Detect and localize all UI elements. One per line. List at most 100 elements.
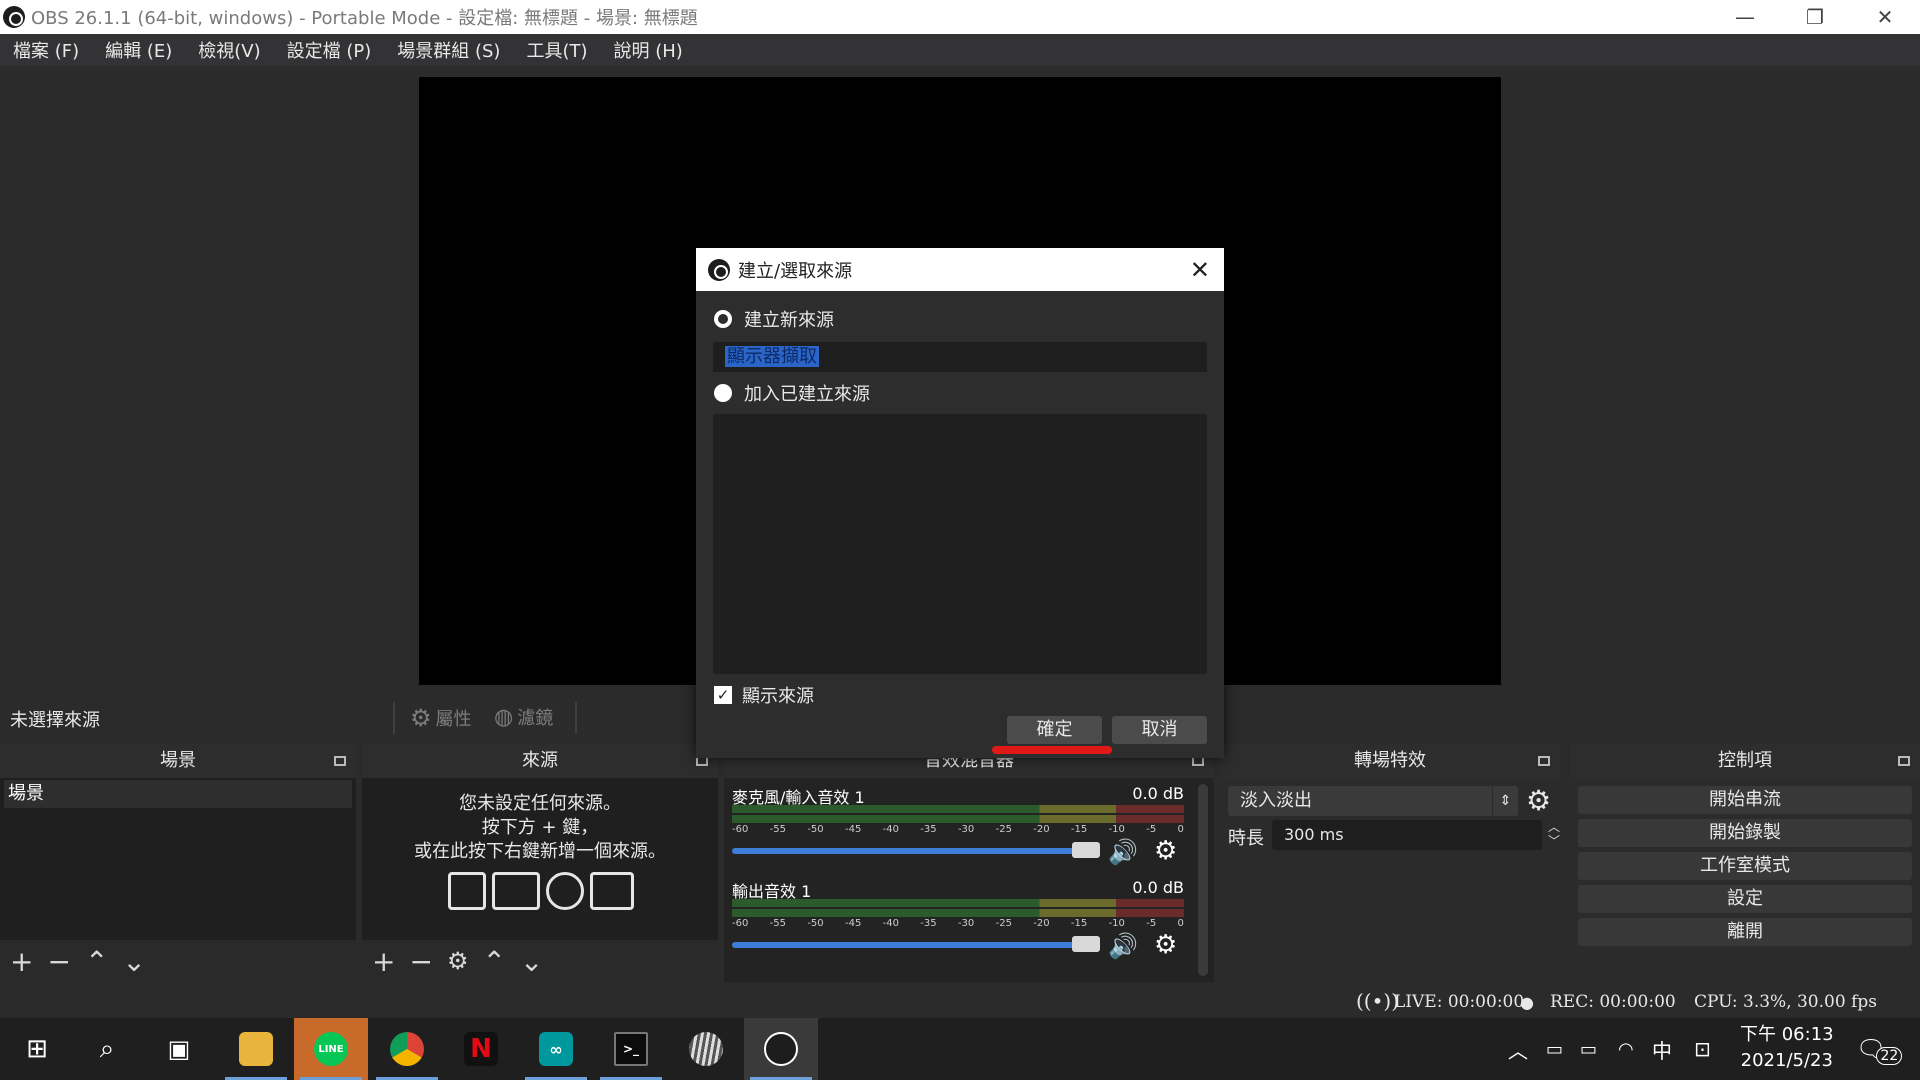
monitor-icon [492,872,540,910]
properties-button[interactable]: ⚙ 屬性 [410,704,472,732]
filters-button[interactable]: ◍ 濾鏡 [494,704,553,730]
add-icon[interactable]: + [10,945,33,978]
ime-mode-icon: ⊡ [1694,1037,1711,1061]
menu-tools[interactable]: 工具(T) [513,37,600,63]
sources-footer: + − ⚙ ⌃ ⌄ [362,940,718,982]
close-button[interactable]: ✕ [1850,0,1920,34]
transitions-dock: 轉場特效 淡入淡出 ⇕ ⚙ 時長 300 ms ︿ ﹀ [1220,744,1560,982]
show-hidden-icons[interactable]: ︿ [1508,1018,1528,1080]
exit-button[interactable]: 離開 [1578,918,1912,946]
start-recording-button[interactable]: 開始錄製 [1578,819,1912,847]
cpu-status: CPU: 3.3%, 30.00 fps [1694,992,1877,1012]
studio-mode-button[interactable]: 工作室模式 [1578,852,1912,880]
add-existing-option[interactable]: 加入已建立來源 [714,380,870,406]
folder-icon [239,1032,273,1066]
undock-icon[interactable] [1898,756,1910,766]
hint-line: 您未設定任何來源。 [459,793,621,814]
clock-time: 下午 06:13 [1740,1024,1834,1045]
gear-icon[interactable]: ⚙ [1154,930,1177,960]
transition-select[interactable]: 淡入淡出 ⇕ [1228,786,1518,816]
gear-icon[interactable]: ⚙ [1526,784,1551,817]
radio-unchecked[interactable] [714,384,732,402]
start-button[interactable]: ⊞ [0,1018,74,1080]
add-existing-label: 加入已建立來源 [744,384,870,405]
tray-meet-now[interactable]: ▭ [1546,1018,1563,1080]
existing-sources-list[interactable] [713,414,1207,674]
broadcast-icon: ((•)) [1356,989,1400,1013]
duration-label: 時長 [1228,828,1264,849]
move-up-icon[interactable]: ⌃ [85,945,108,978]
menu-scene-collection[interactable]: 場景群組 (S) [384,37,513,63]
create-select-source-dialog: 建立/選取來源 ✕ 建立新來源 顯示器擷取 加入已建立來源 ✓ 顯示來源 確定 … [696,248,1224,758]
cancel-button[interactable]: 取消 [1112,716,1207,744]
tray-ime[interactable]: 中 [1652,1018,1672,1080]
remove-icon[interactable]: − [409,945,432,978]
chevron-down-icon[interactable]: ﹀ [1542,834,1566,848]
restore-button[interactable]: ❐ [1780,0,1850,34]
gear-icon[interactable]: ⚙ [1154,836,1177,866]
mixer-track: 輸出音效 1 0.0 dB -60 -55 -50 -45 -40 -35 -30 -25 -2… [732,878,1184,962]
volume-slider-handle[interactable] [1072,936,1100,952]
settings-button[interactable]: 設定 [1578,885,1912,913]
source-name-input[interactable]: 顯示器擷取 [713,342,1207,372]
volume-meter [732,815,1184,823]
menu-file[interactable]: 檔案 (F) [0,37,92,63]
create-new-option[interactable]: 建立新來源 [714,306,834,332]
move-up-icon[interactable]: ⌃ [482,945,505,978]
menu-help[interactable]: 說明 (H) [601,37,696,63]
ok-button[interactable]: 確定 [1007,716,1102,744]
undock-icon[interactable] [1538,756,1550,766]
taskbar-browser[interactable] [669,1018,743,1080]
duration-spinner[interactable]: ︿ ﹀ [1542,820,1566,850]
obs-logo-icon [708,258,730,281]
tray-wifi[interactable]: ◠ [1618,1018,1634,1080]
move-down-icon[interactable]: ⌄ [122,945,145,978]
close-icon[interactable]: ✕ [1190,256,1210,284]
chevron-up-icon[interactable]: ︿ [1542,820,1566,834]
notification-center[interactable]: 🗨 22 [1856,1018,1903,1080]
scenes-dock-title: 場景 [0,744,356,778]
filter-icon: ◍ [494,704,514,730]
start-streaming-button[interactable]: 開始串流 [1578,786,1912,814]
scenes-dock: 場景 場景 + − ⌃ ⌄ [0,744,356,982]
make-visible-option[interactable]: ✓ 顯示來源 [714,682,814,708]
globe-icon [689,1032,723,1066]
annotation-underline [992,746,1112,754]
speaker-icon[interactable]: 🔊 [1108,932,1138,960]
make-visible-label: 顯示來源 [742,686,814,707]
record-dot-icon: ● [1520,993,1534,1012]
taskbar-chrome[interactable] [370,1018,444,1080]
speaker-icon[interactable]: 🔊 [1108,838,1138,866]
add-icon[interactable]: + [372,945,395,978]
scene-item[interactable]: 場景 [4,780,352,808]
taskbar-file-explorer[interactable] [219,1018,293,1080]
task-view-button[interactable]: ▣ [142,1018,216,1080]
volume-slider[interactable] [732,942,1082,948]
controls-dock: 控制項 開始串流 開始錄製 工作室模式 設定 離開 [1570,744,1920,982]
checkbox-checked[interactable]: ✓ [714,686,732,704]
move-down-icon[interactable]: ⌄ [520,945,543,978]
tray-ime-mode[interactable]: ⊡ [1694,1018,1711,1080]
taskbar-terminal[interactable]: >_ [594,1018,668,1080]
taskbar-arduino[interactable]: ∞ [519,1018,593,1080]
menu-edit[interactable]: 編輯 (E) [92,37,185,63]
tray-battery[interactable]: ▭ [1580,1018,1597,1080]
remove-icon[interactable]: − [47,945,70,978]
search-button[interactable]: ⌕ [70,1018,144,1080]
duration-input[interactable]: 300 ms [1272,820,1542,850]
minimize-button[interactable]: — [1710,0,1780,34]
radio-checked[interactable] [714,310,732,328]
taskbar-obs[interactable] [744,1018,818,1080]
taskbar-line[interactable]: LINE [294,1018,368,1080]
volume-slider[interactable] [732,848,1082,854]
undock-icon[interactable] [334,756,346,766]
volume-slider-handle[interactable] [1072,842,1100,858]
create-new-label: 建立新來源 [744,310,834,331]
sources-empty-hint: 您未設定任何來源。 按下方 + 鍵， 或在此按下右鍵新增一個來源。 [362,792,718,864]
taskbar-netflix[interactable]: N [444,1018,518,1080]
gear-icon[interactable]: ⚙ [447,947,469,975]
taskbar-clock[interactable]: 下午 06:13 2021/5/23 [1740,1022,1834,1074]
menu-profile[interactable]: 設定檔 (P) [274,37,385,63]
menu-view[interactable]: 檢視(V) [185,37,273,63]
mixer-scrollbar[interactable] [1198,784,1208,976]
